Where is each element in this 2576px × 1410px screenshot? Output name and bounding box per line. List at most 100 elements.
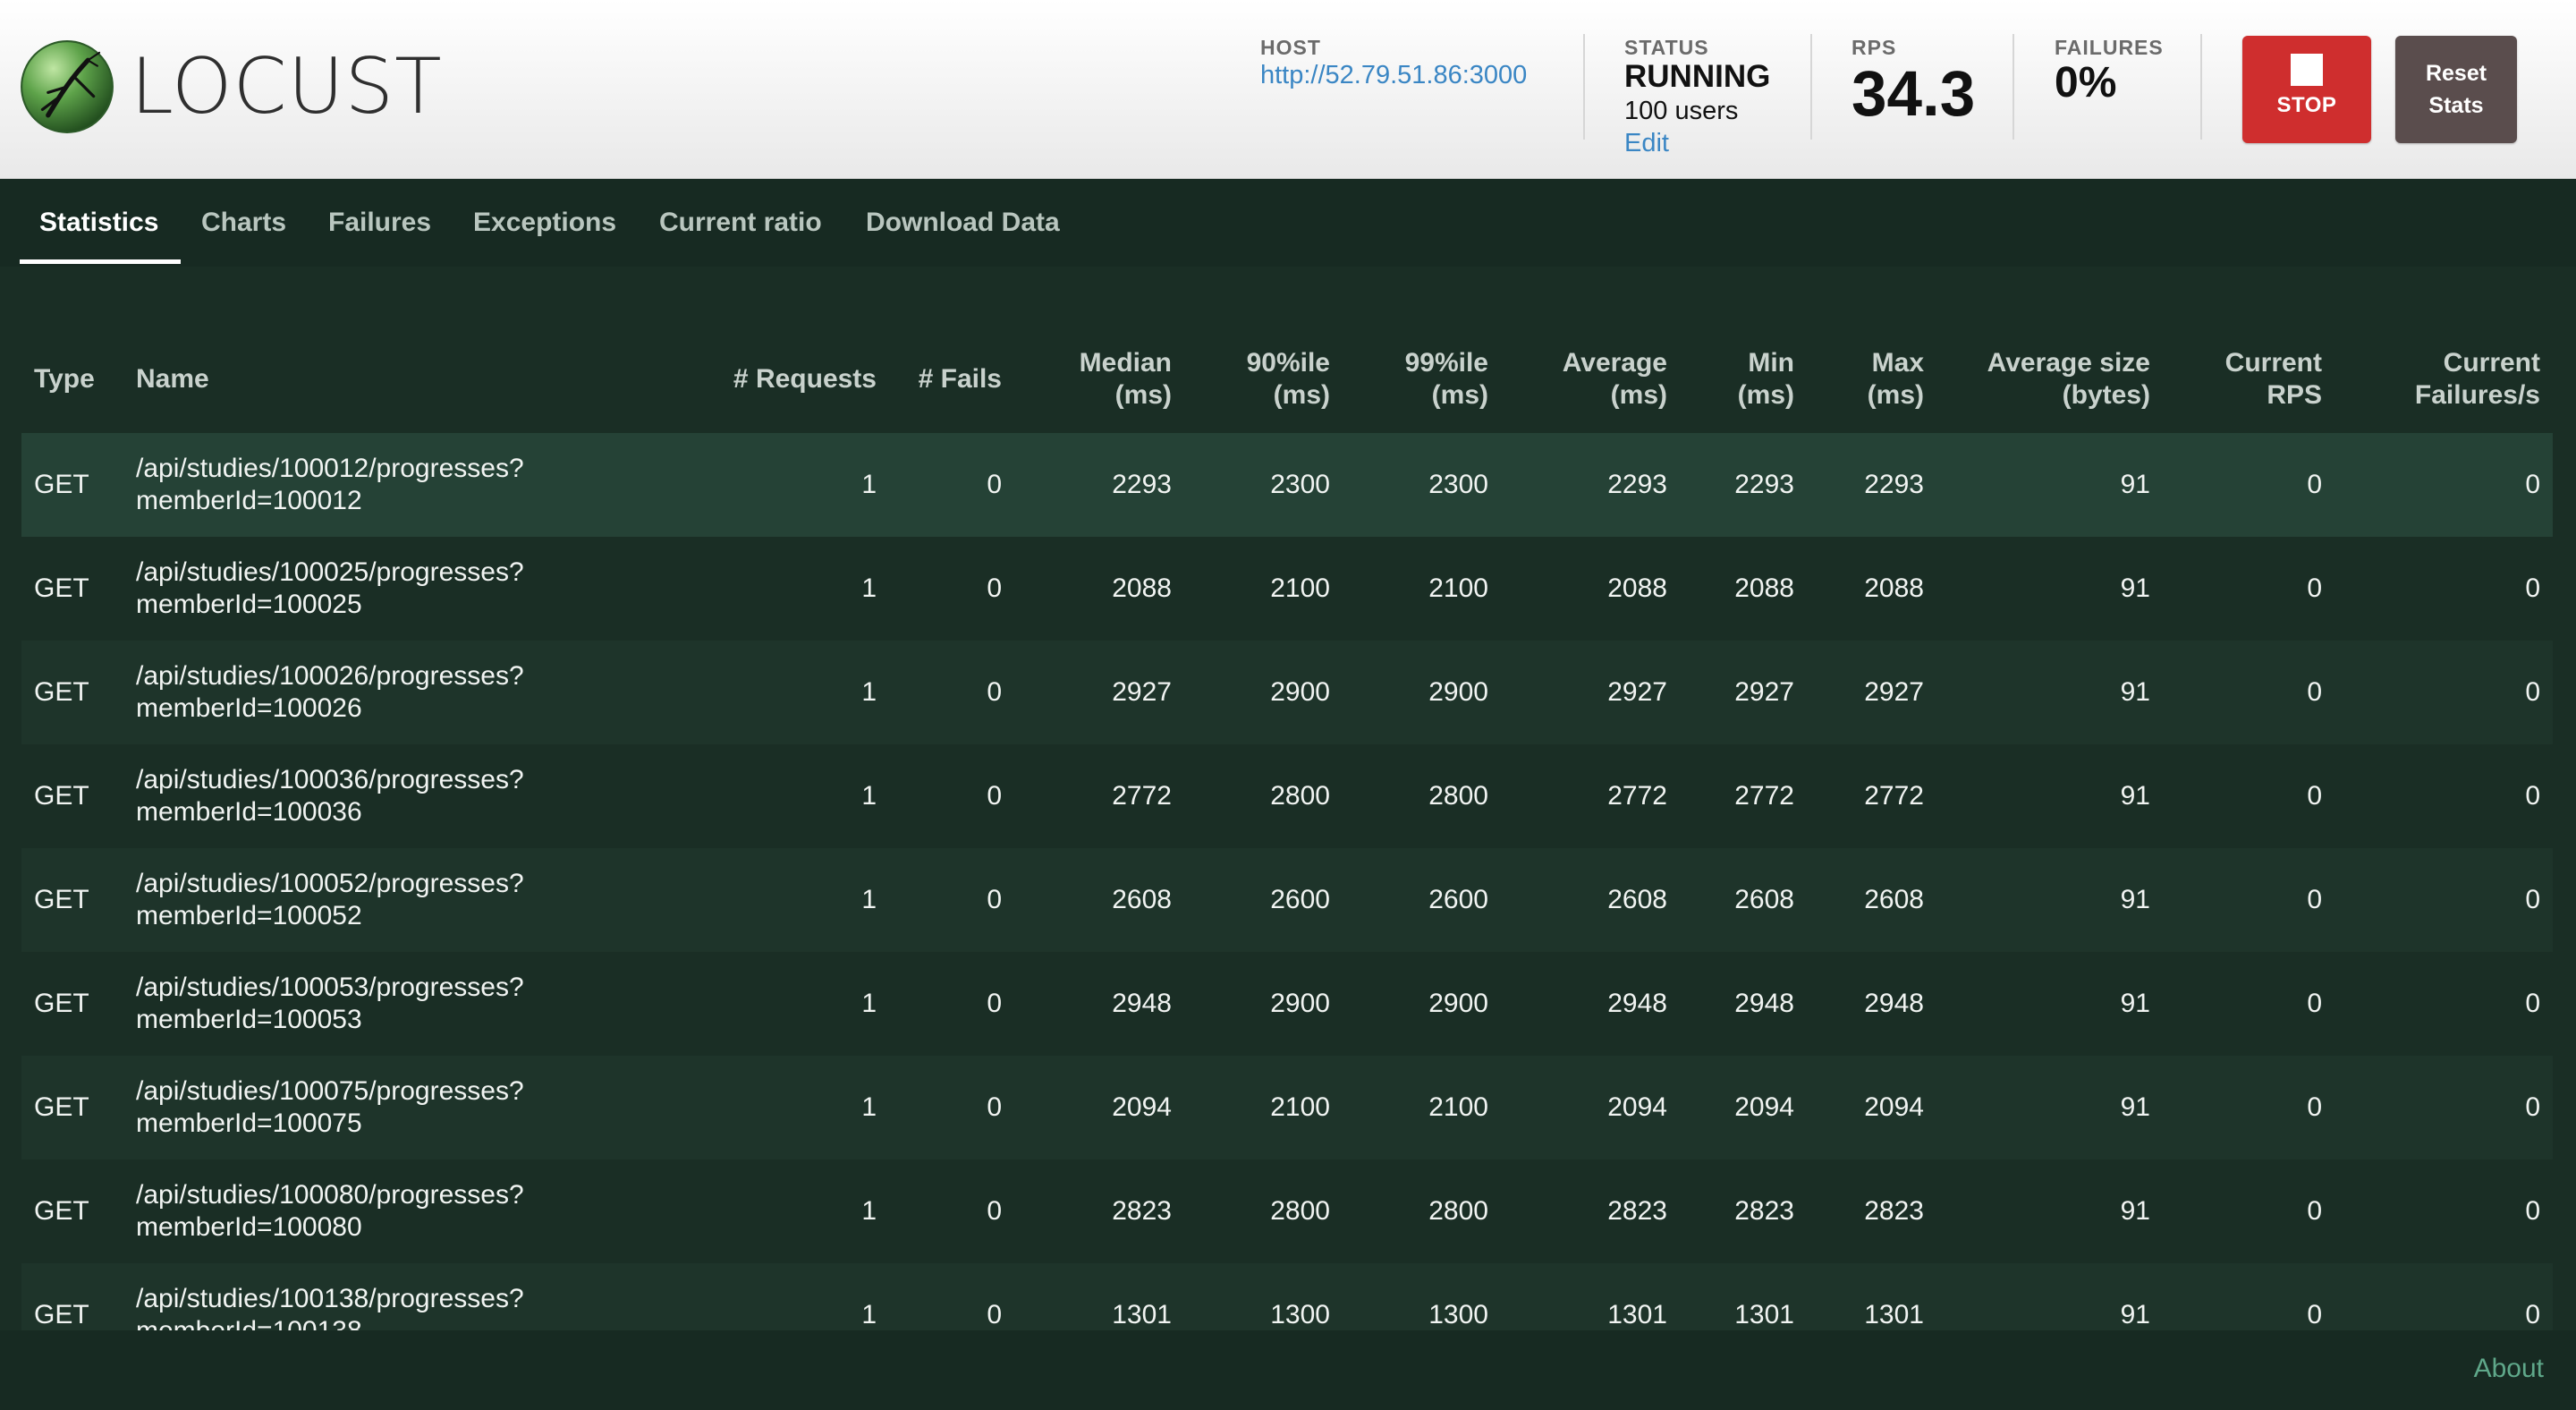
cell-p90: 2900 bbox=[1270, 989, 1330, 1018]
table-header-row: Type Name # Requests # Fails Median (ms)… bbox=[21, 326, 2553, 433]
cell-name: /api/studies/100053/progresses? memberId=… bbox=[123, 952, 696, 1056]
failures-label: FAILURES bbox=[2055, 36, 2164, 59]
status-value: RUNNING bbox=[1624, 59, 1771, 94]
table-row: GET/api/studies/100053/progresses? member… bbox=[21, 952, 2553, 1056]
cell-p99: 2900 bbox=[1428, 989, 1488, 1018]
cell-name-line: memberId=100052 bbox=[136, 901, 362, 930]
stats-table-container[interactable]: Type Name # Requests # Fails Median (ms)… bbox=[21, 326, 2553, 1330]
col-header-median[interactable]: Median (ms) bbox=[1014, 326, 1184, 433]
cell-name: /api/studies/100080/progresses? memberId=… bbox=[123, 1159, 696, 1263]
rps-value: 34.3 bbox=[1852, 59, 1976, 130]
tab-exceptions[interactable]: Exceptions bbox=[473, 179, 616, 267]
tab-download-data[interactable]: Download Data bbox=[866, 179, 1060, 267]
stats-table: Type Name # Requests # Fails Median (ms)… bbox=[21, 326, 2553, 1330]
cell-rps: 0 bbox=[2307, 573, 2322, 603]
col-header-type[interactable]: Type bbox=[21, 326, 123, 433]
locust-grasshopper-icon bbox=[21, 40, 114, 133]
header-divider bbox=[2200, 34, 2202, 140]
rps-section: RPS 34.3 bbox=[1852, 36, 1975, 131]
col-header-max[interactable]: Max (ms) bbox=[1807, 326, 1936, 433]
tab-current-ratio[interactable]: Current ratio bbox=[659, 179, 822, 267]
reset-stats-button[interactable]: Reset Stats bbox=[2395, 36, 2517, 143]
cell-median: 2823 bbox=[1112, 1196, 1172, 1226]
cell-fps: 0 bbox=[2525, 989, 2540, 1018]
cell-rps: 0 bbox=[2307, 677, 2322, 707]
cell-avg: 1301 bbox=[1607, 1300, 1667, 1329]
about-link[interactable]: About bbox=[2474, 1354, 2544, 1384]
cell-fps: 0 bbox=[2525, 781, 2540, 811]
cell-p90: 2100 bbox=[1270, 573, 1330, 603]
cell-avg: 2608 bbox=[1607, 885, 1667, 914]
cell-p90: 2900 bbox=[1270, 677, 1330, 707]
cell-rps: 0 bbox=[2307, 1300, 2322, 1329]
cell-type: GET bbox=[34, 470, 89, 499]
table-row: GET/api/studies/100026/progresses? member… bbox=[21, 641, 2553, 744]
cell-median: 1301 bbox=[1112, 1300, 1172, 1329]
col-header-p90[interactable]: 90%ile (ms) bbox=[1184, 326, 1343, 433]
tab-statistics[interactable]: Statistics bbox=[39, 179, 158, 267]
cell-size: 91 bbox=[2120, 885, 2150, 914]
cell-p99: 2100 bbox=[1428, 573, 1488, 603]
cell-fails: 0 bbox=[987, 1092, 1002, 1122]
tab-charts[interactable]: Charts bbox=[201, 179, 286, 267]
cell-requests: 1 bbox=[861, 989, 877, 1018]
rps-label: RPS bbox=[1852, 36, 1897, 59]
col-header-min[interactable]: Min (ms) bbox=[1680, 326, 1807, 433]
cell-requests: 1 bbox=[861, 1196, 877, 1226]
cell-fps: 0 bbox=[2525, 677, 2540, 707]
col-header-name[interactable]: Name bbox=[123, 326, 696, 433]
col-header-fails[interactable]: # Fails bbox=[889, 326, 1014, 433]
cell-name-line: /api/studies/100080/progresses? bbox=[136, 1180, 524, 1210]
cell-max: 2948 bbox=[1864, 989, 1924, 1018]
cell-name-line: memberId=100026 bbox=[136, 693, 362, 723]
cell-avg: 2094 bbox=[1607, 1092, 1667, 1122]
cell-name: /api/studies/100026/progresses? memberId=… bbox=[123, 641, 696, 744]
cell-fps: 0 bbox=[2525, 1092, 2540, 1122]
stop-button[interactable]: STOP bbox=[2242, 36, 2371, 143]
cell-size: 91 bbox=[2120, 677, 2150, 707]
tab-failures[interactable]: Failures bbox=[328, 179, 431, 267]
stop-button-label: STOP bbox=[2276, 93, 2337, 117]
cell-type: GET bbox=[34, 1092, 89, 1122]
col-header-avg-size[interactable]: Average size (bytes) bbox=[1936, 326, 2163, 433]
cell-rps: 0 bbox=[2307, 989, 2322, 1018]
cell-max: 2293 bbox=[1864, 470, 1924, 499]
cell-avg: 2293 bbox=[1607, 470, 1667, 499]
cell-max: 1301 bbox=[1864, 1300, 1924, 1329]
cell-size: 91 bbox=[2120, 989, 2150, 1018]
cell-type: GET bbox=[34, 885, 89, 914]
col-header-current-failures[interactable]: Current Failures/s bbox=[2334, 326, 2553, 433]
cell-fails: 0 bbox=[987, 677, 1002, 707]
col-header-p99[interactable]: 99%ile (ms) bbox=[1343, 326, 1501, 433]
cell-p90: 2300 bbox=[1270, 470, 1330, 499]
locust-logo[interactable]: LOCUST bbox=[20, 38, 443, 136]
cell-type: GET bbox=[34, 1300, 89, 1329]
host-link[interactable]: http://52.79.51.86:3000 bbox=[1260, 59, 1527, 91]
cell-p90: 1300 bbox=[1270, 1300, 1330, 1329]
cell-name-line: memberId=100012 bbox=[136, 486, 362, 515]
cell-name-line: /api/studies/100012/progresses? bbox=[136, 454, 524, 483]
cell-size: 91 bbox=[2120, 781, 2150, 811]
table-row: GET/api/studies/100052/progresses? member… bbox=[21, 848, 2553, 952]
cell-p90: 2600 bbox=[1270, 885, 1330, 914]
cell-type: GET bbox=[34, 781, 89, 811]
cell-p99: 2300 bbox=[1428, 470, 1488, 499]
table-row: GET/api/studies/100036/progresses? member… bbox=[21, 744, 2553, 848]
host-label: HOST bbox=[1260, 36, 1321, 59]
cell-p90: 2800 bbox=[1270, 1196, 1330, 1226]
cell-p99: 2100 bbox=[1428, 1092, 1488, 1122]
col-header-current-rps[interactable]: Current RPS bbox=[2163, 326, 2334, 433]
cell-rps: 0 bbox=[2307, 885, 2322, 914]
stop-icon bbox=[2291, 54, 2323, 86]
cell-requests: 1 bbox=[861, 573, 877, 603]
cell-avg: 2772 bbox=[1607, 781, 1667, 811]
cell-min: 2772 bbox=[1734, 781, 1794, 811]
col-header-average[interactable]: Average (ms) bbox=[1501, 326, 1680, 433]
brand-name: LOCUST bbox=[131, 42, 443, 132]
edit-users-link[interactable]: Edit bbox=[1624, 127, 1770, 159]
col-header-requests[interactable]: # Requests bbox=[696, 326, 889, 433]
cell-max: 2823 bbox=[1864, 1196, 1924, 1226]
cell-fails: 0 bbox=[987, 1196, 1002, 1226]
cell-requests: 1 bbox=[861, 1300, 877, 1329]
cell-requests: 1 bbox=[861, 885, 877, 914]
